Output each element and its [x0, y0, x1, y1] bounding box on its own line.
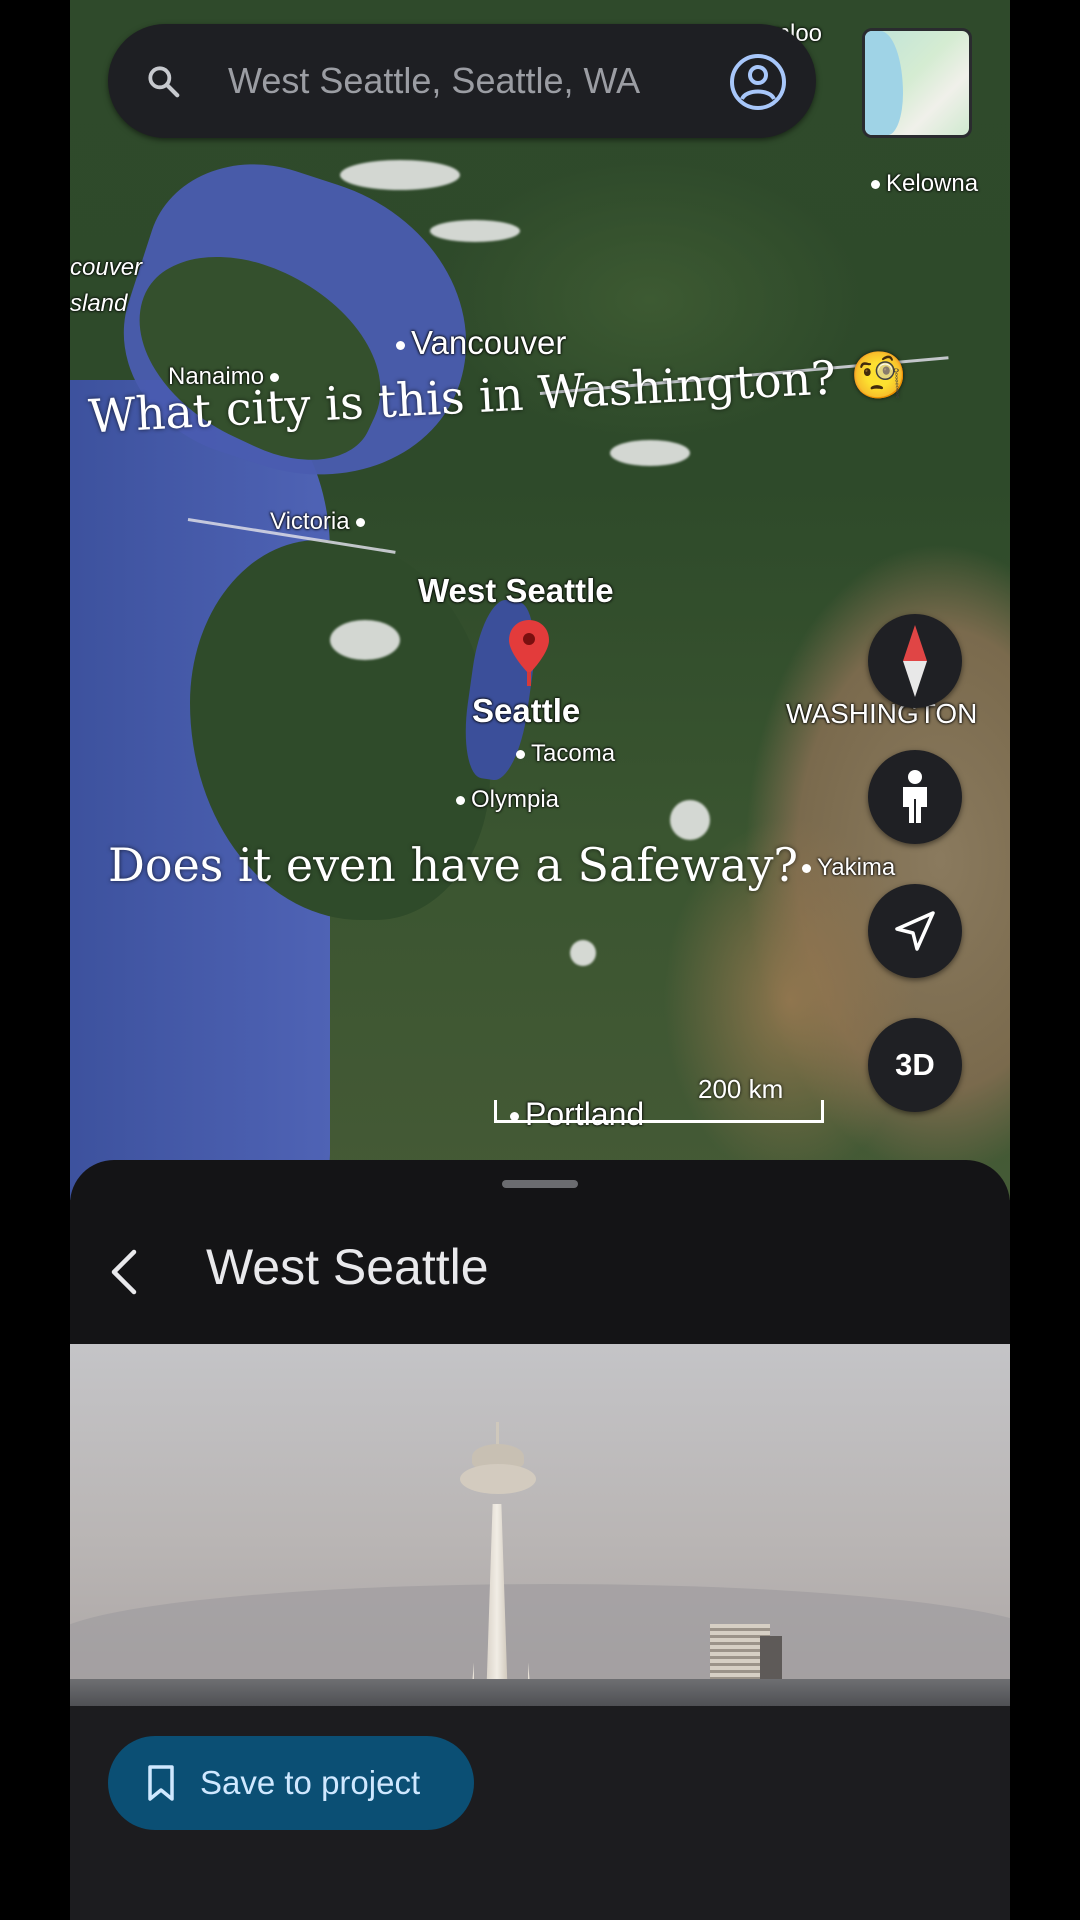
- map-label-seattle[interactable]: Seattle: [472, 692, 580, 730]
- place-photo[interactable]: [70, 1344, 1010, 1706]
- map-label-vancouver[interactable]: Vancouver: [390, 324, 566, 362]
- snow-patch: [340, 160, 460, 190]
- account-icon[interactable]: [728, 52, 788, 112]
- map-label-text: Yakima: [817, 854, 896, 881]
- my-location-button[interactable]: [868, 884, 962, 978]
- location-arrow-icon: [895, 911, 935, 951]
- layer-thumb-water: [865, 31, 903, 135]
- bookmark-icon: [148, 1765, 174, 1801]
- search-input[interactable]: West Seattle, Seattle, WA: [228, 54, 708, 108]
- action-bar: Save to project: [70, 1706, 1010, 1852]
- sheet-bottom-strip: [70, 1852, 1010, 1920]
- save-button-label: Save to project: [200, 1764, 421, 1801]
- snow-patch: [330, 620, 400, 660]
- place-title: West Seattle: [206, 1239, 489, 1295]
- street-view-icon: [903, 770, 927, 823]
- map-label-west-seattle[interactable]: West Seattle: [418, 572, 614, 610]
- map-label-olympia[interactable]: Olympia: [450, 786, 559, 814]
- map-label-victoria[interactable]: Victoria: [270, 508, 371, 536]
- map-label-vancouver-island-1: couver: [70, 254, 143, 281]
- place-bottom-sheet: West Seattle Save to project: [70, 1160, 1010, 1920]
- google-earth-app: mloo Kelowna couver sland Vancouver Nana…: [70, 0, 1010, 1920]
- map-label-text: Vancouver: [411, 324, 567, 361]
- compass-icon: [903, 625, 927, 697]
- search-icon[interactable]: [144, 62, 182, 100]
- map-label-text: Tacoma: [531, 740, 616, 767]
- city-dot: [871, 180, 880, 190]
- photo-treeline: [70, 1679, 1010, 1706]
- city-dot: [396, 340, 405, 350]
- 3d-label: 3D: [895, 1047, 935, 1082]
- map-label-tacoma[interactable]: Tacoma: [510, 740, 615, 768]
- compass-button[interactable]: [868, 614, 962, 708]
- map-label-kelowna[interactable]: Kelowna: [865, 170, 978, 198]
- overlay-caption-2: Does it even have a Safeway?: [108, 838, 799, 892]
- map-label-vancouver-island-2: sland: [70, 290, 128, 317]
- snow-patch: [670, 800, 710, 840]
- city-dot: [355, 518, 365, 528]
- save-to-project-button[interactable]: Save to project: [108, 1736, 474, 1830]
- search-bar[interactable]: West Seattle, Seattle, WA: [108, 24, 816, 138]
- map-layers-button[interactable]: [862, 28, 972, 138]
- snow-patch: [430, 220, 520, 242]
- map-label-yakima[interactable]: Yakima: [796, 854, 895, 882]
- city-dot: [802, 864, 811, 874]
- back-arrow-icon[interactable]: [98, 1242, 158, 1302]
- map-label-text: Olympia: [471, 786, 560, 813]
- city-dot: [456, 796, 465, 806]
- city-dot: [516, 750, 525, 760]
- satellite-map[interactable]: mloo Kelowna couver sland Vancouver Nana…: [70, 0, 1010, 1200]
- map-label-text: Victoria: [270, 508, 350, 535]
- map-label-washington: WASHINGTON: [786, 698, 978, 729]
- snow-patch: [610, 440, 690, 466]
- photo-tower-saucer: [460, 1464, 536, 1494]
- sheet-drag-handle[interactable]: [502, 1180, 578, 1188]
- map-pin-icon[interactable]: [507, 618, 551, 688]
- street-view-button[interactable]: [868, 750, 962, 844]
- map-label-text: Kelowna: [886, 170, 979, 197]
- 3d-toggle-button[interactable]: 3D: [868, 1018, 962, 1112]
- snow-patch: [570, 940, 596, 966]
- scale-label: 200 km: [698, 1074, 784, 1104]
